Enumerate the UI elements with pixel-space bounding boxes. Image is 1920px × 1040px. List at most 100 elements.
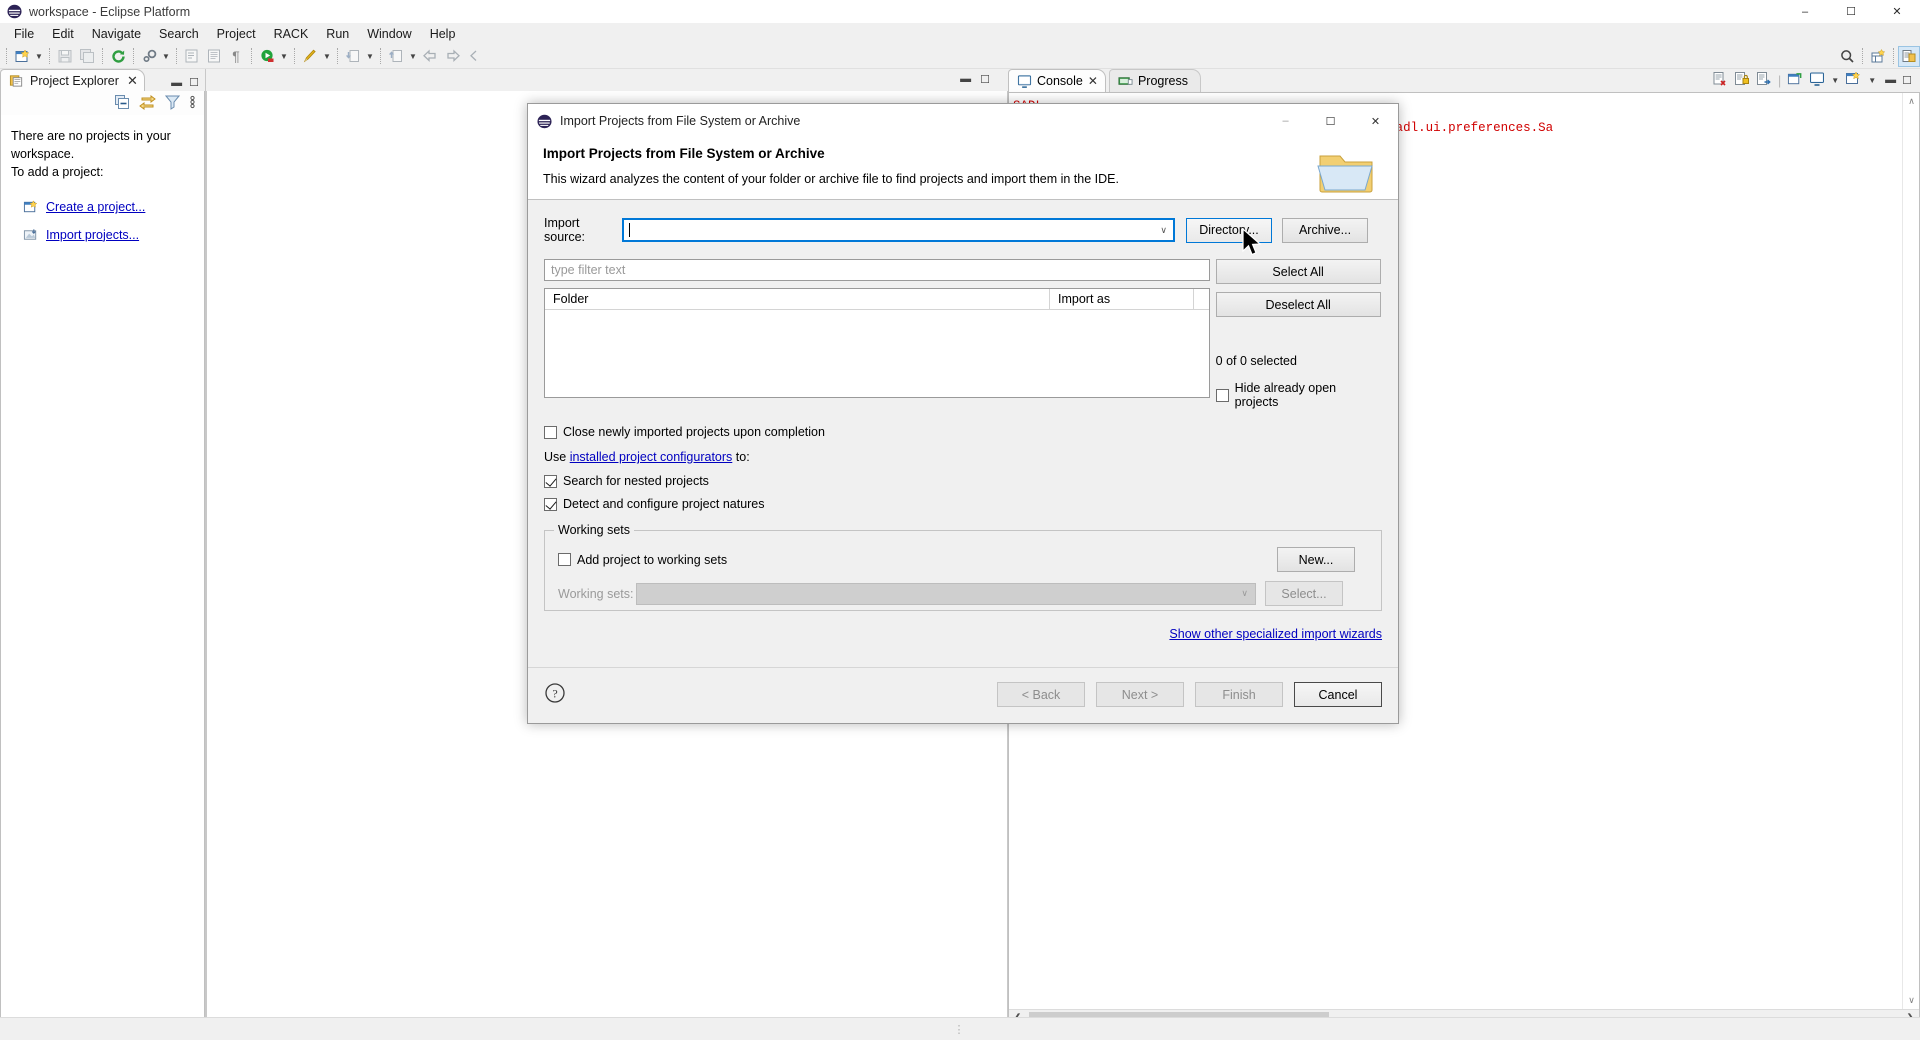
- open-console-icon[interactable]: [1845, 70, 1862, 90]
- export-icon[interactable]: [385, 46, 407, 67]
- save-icon[interactable]: [54, 46, 76, 67]
- import-source-combo[interactable]: ∨: [622, 218, 1175, 242]
- detect-configure-natures-row[interactable]: Detect and configure project natures: [544, 497, 1382, 511]
- window-minimize-button[interactable]: –: [1782, 0, 1828, 23]
- scroll-up-arrow[interactable]: ∧: [1903, 93, 1919, 110]
- lock-scroll-icon[interactable]: [1734, 71, 1750, 90]
- pin-console-icon[interactable]: [1787, 71, 1803, 90]
- projects-tree[interactable]: Folder Import as: [544, 288, 1210, 398]
- run-dropdown-arrow[interactable]: ▼: [278, 46, 290, 67]
- import-projects-row[interactable]: Import projects...: [23, 226, 194, 244]
- tab-project-explorer[interactable]: Project Explorer ✕: [0, 69, 145, 91]
- dialog-close-button[interactable]: ✕: [1353, 104, 1398, 138]
- main-toolbar: ▼ ▼ ¶ ▼ ▼ ▼ ▼: [0, 44, 1920, 69]
- menu-rack[interactable]: RACK: [265, 25, 318, 43]
- dialog-minimize-button[interactable]: –: [1263, 104, 1308, 138]
- menu-file[interactable]: File: [5, 25, 43, 43]
- import-projects-link[interactable]: Import projects...: [46, 226, 139, 244]
- save-all-icon[interactable]: [76, 46, 98, 67]
- add-to-working-sets-checkbox-row[interactable]: Add project to working sets: [558, 553, 1277, 567]
- progress-icon: [1118, 76, 1133, 85]
- perspective-icon[interactable]: [1898, 45, 1920, 67]
- build-settings-icon[interactable]: [138, 46, 160, 67]
- deselect-all-button[interactable]: Deselect All: [1215, 292, 1381, 317]
- build-dropdown-arrow[interactable]: ▼: [160, 46, 172, 67]
- menu-project[interactable]: Project: [208, 25, 265, 43]
- pilcrow-icon[interactable]: ¶: [225, 46, 247, 67]
- debug-icon[interactable]: [299, 46, 321, 67]
- editor-minimize-icon[interactable]: ▬: [960, 73, 971, 86]
- window-close-button[interactable]: ✕: [1874, 0, 1920, 23]
- hide-open-projects-checkbox[interactable]: [1215, 388, 1229, 402]
- tab-console[interactable]: Console ✕: [1008, 69, 1106, 92]
- export-dropdown-arrow[interactable]: ▼: [407, 46, 419, 67]
- previous-icon[interactable]: [463, 46, 485, 67]
- close-icon[interactable]: ✕: [1088, 74, 1098, 88]
- select-all-button[interactable]: Select All: [1215, 259, 1381, 284]
- tab-progress[interactable]: Progress: [1108, 69, 1201, 92]
- view-menu-icon[interactable]: [189, 94, 196, 113]
- scroll-down-arrow[interactable]: ∨: [1903, 992, 1919, 1009]
- editor-maximize-icon[interactable]: ☐: [980, 73, 990, 86]
- toolbar-separator: [380, 48, 381, 64]
- search-nested-projects-row[interactable]: Search for nested projects: [544, 474, 1382, 488]
- new-working-set-button[interactable]: New...: [1277, 547, 1355, 572]
- collapse-all-icon[interactable]: [114, 94, 130, 113]
- filter-input[interactable]: type filter text: [544, 259, 1210, 281]
- detect-configure-natures-checkbox[interactable]: [544, 497, 557, 511]
- back-icon[interactable]: [419, 46, 441, 67]
- add-to-working-sets-checkbox[interactable]: [558, 553, 571, 566]
- column-header-folder[interactable]: Folder: [545, 289, 1050, 309]
- refresh-icon[interactable]: [107, 46, 129, 67]
- import-icon[interactable]: [342, 46, 364, 67]
- hide-open-projects-row[interactable]: Hide already open projects: [1215, 381, 1382, 409]
- link-with-editor-icon[interactable]: [139, 94, 156, 113]
- debug-dropdown-arrow[interactable]: ▼: [321, 46, 333, 67]
- close-newly-imported-checkbox[interactable]: [544, 425, 557, 439]
- menu-search[interactable]: Search: [150, 25, 208, 43]
- view-maximize-icon[interactable]: ☐: [189, 76, 199, 89]
- back-button: < Back: [997, 682, 1085, 707]
- search-icon[interactable]: [1836, 46, 1858, 67]
- create-project-row[interactable]: Create a project...: [23, 198, 194, 216]
- cancel-button[interactable]: Cancel: [1294, 682, 1382, 707]
- run-icon[interactable]: [256, 46, 278, 67]
- installed-project-configurators-link[interactable]: installed project configurators: [570, 450, 733, 464]
- open-console-dropdown-arrow[interactable]: ▼: [1868, 76, 1876, 85]
- forward-icon[interactable]: [441, 46, 463, 67]
- menu-help[interactable]: Help: [421, 25, 465, 43]
- directory-button[interactable]: Directory...: [1186, 217, 1272, 243]
- close-icon[interactable]: ✕: [127, 73, 138, 89]
- chevron-down-icon[interactable]: ∨: [1160, 225, 1167, 236]
- show-other-import-wizards-link[interactable]: Show other specialized import wizards: [1169, 627, 1382, 641]
- create-project-link[interactable]: Create a project...: [46, 198, 145, 216]
- import-dropdown-arrow[interactable]: ▼: [364, 46, 376, 67]
- close-newly-imported-row[interactable]: Close newly imported projects upon compl…: [544, 425, 1382, 439]
- show-console-icon[interactable]: [1756, 71, 1772, 90]
- view-menu-filter-icon[interactable]: [164, 94, 181, 113]
- new-wizard-icon[interactable]: [11, 46, 33, 67]
- new-table-icon[interactable]: [1867, 46, 1889, 67]
- menu-navigate[interactable]: Navigate: [83, 25, 150, 43]
- console-minimize-icon[interactable]: ▬: [1885, 74, 1896, 86]
- clear-console-icon[interactable]: [1712, 71, 1728, 90]
- display-console-icon[interactable]: [1809, 71, 1825, 90]
- display-dropdown-arrow[interactable]: ▼: [1831, 76, 1839, 85]
- archive-button[interactable]: Archive...: [1282, 217, 1368, 243]
- console-vertical-scrollbar[interactable]: ∧ ∨: [1902, 93, 1919, 1009]
- column-header-import-as[interactable]: Import as: [1050, 289, 1194, 309]
- add-to-working-sets-label: Add project to working sets: [577, 552, 728, 567]
- new-dropdown-arrow[interactable]: ▼: [33, 46, 45, 67]
- help-icon[interactable]: ?: [544, 682, 566, 707]
- search-nested-projects-checkbox[interactable]: [544, 474, 557, 488]
- open-journal-icon[interactable]: [203, 46, 225, 67]
- menu-window[interactable]: Window: [358, 25, 420, 43]
- project-explorer-tabrow: Project Explorer ✕ ▬ ☐: [0, 69, 205, 91]
- menu-run[interactable]: Run: [317, 25, 358, 43]
- view-minimize-icon[interactable]: ▬: [171, 77, 182, 89]
- dialog-maximize-button[interactable]: ☐: [1308, 104, 1353, 138]
- menu-edit[interactable]: Edit: [43, 25, 83, 43]
- console-maximize-icon[interactable]: ☐: [1902, 74, 1912, 87]
- window-maximize-button[interactable]: ☐: [1828, 0, 1874, 23]
- open-task-icon[interactable]: [181, 46, 203, 67]
